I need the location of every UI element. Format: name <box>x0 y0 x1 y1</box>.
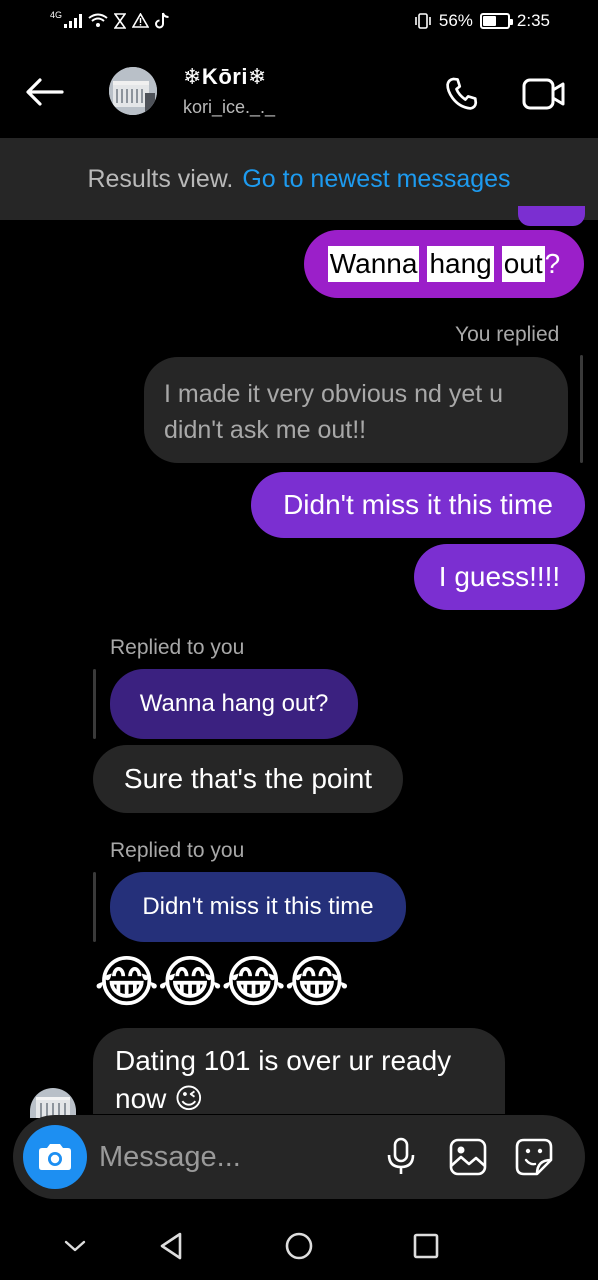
call-button[interactable] <box>440 72 484 116</box>
hourglass-icon <box>114 12 127 29</box>
contact-name[interactable]: ❄Kōri❄ <box>183 64 267 90</box>
nav-back-button[interactable] <box>149 1224 193 1268</box>
back-button[interactable] <box>22 72 68 112</box>
vibrate-icon <box>415 13 431 29</box>
triangle-back-icon <box>160 1232 182 1260</box>
quoted-message[interactable]: Didn't miss it this time <box>110 872 406 942</box>
contact-avatar[interactable] <box>109 67 157 115</box>
quoted-message[interactable]: Wanna hang out? <box>110 669 358 739</box>
nav-home-button[interactable] <box>277 1224 321 1268</box>
results-view-banner: Results view. Go to newest messages <box>0 138 598 220</box>
microphone-icon <box>387 1137 415 1174</box>
voice-message-button[interactable] <box>379 1135 423 1179</box>
sticker-icon <box>515 1138 553 1176</box>
wifi-icon <box>88 13 108 27</box>
video-call-button[interactable] <box>520 72 568 116</box>
gallery-button[interactable] <box>446 1135 490 1179</box>
sticker-button[interactable] <box>512 1135 556 1179</box>
battery-percent: 56% <box>438 11 473 30</box>
message-bubble-received[interactable]: Sure that's the point <box>93 745 403 813</box>
square-recents-icon <box>413 1233 439 1259</box>
message-bubble-sent[interactable]: I guess!!!! <box>414 544 585 610</box>
battery-icon <box>479 13 513 29</box>
warning-icon <box>132 13 150 28</box>
message-bubble-sent[interactable]: Wanna hang out ? <box>304 230 584 298</box>
system-navigation-bar <box>0 1210 598 1280</box>
camera-button[interactable] <box>23 1125 87 1189</box>
signal-icon <box>64 13 83 28</box>
camera-icon <box>39 1144 71 1170</box>
hide-keyboard-button[interactable] <box>53 1224 97 1268</box>
message-text: ? <box>544 248 561 280</box>
message-bubble-sent[interactable]: Didn't miss it this time <box>251 472 585 538</box>
status-bar: 4G 56% 2:35 <box>0 0 598 44</box>
message-bubble-received[interactable]: Dating 101 is over ur ready now 😉 <box>93 1028 505 1114</box>
status-icons-right: 56% 2:35 <box>414 11 550 31</box>
sender-avatar[interactable] <box>30 1088 76 1118</box>
emoji-message[interactable]: 😂😂😂😂 <box>94 949 384 1017</box>
message-bubble-partial <box>518 206 585 226</box>
video-camera-icon <box>522 78 565 110</box>
contact-username[interactable]: kori_ice._._ <box>183 97 275 118</box>
reply-label: Replied to you <box>110 636 245 659</box>
circle-home-icon <box>285 1232 313 1260</box>
reply-indicator-line <box>93 669 96 739</box>
network-type: 4G <box>50 9 63 20</box>
image-icon <box>449 1138 487 1176</box>
message-composer <box>13 1115 585 1199</box>
reply-indicator-line <box>580 355 583 463</box>
phone-icon <box>446 77 478 110</box>
go-to-newest-link[interactable]: Go to newest messages <box>242 165 510 194</box>
tiktok-icon <box>155 12 169 29</box>
chevron-down-icon <box>64 1240 86 1252</box>
quoted-message[interactable]: I made it very obvious nd yet u didn't a… <box>144 357 568 463</box>
search-highlight: out <box>501 246 545 282</box>
search-highlight: Wanna <box>327 246 420 282</box>
reply-label: You replied <box>455 323 560 346</box>
building-photo-icon <box>109 67 157 115</box>
nav-recents-button[interactable] <box>404 1224 448 1268</box>
results-view-label: Results view. <box>87 164 234 193</box>
reply-indicator-line <box>93 872 96 942</box>
status-icons-left: 4G <box>50 9 170 29</box>
search-highlight: hang <box>427 246 494 282</box>
arrow-left-icon <box>26 78 64 106</box>
building-photo-icon <box>36 1097 70 1118</box>
clock: 2:35 <box>516 11 550 30</box>
message-input[interactable] <box>99 1135 359 1179</box>
reply-label: Replied to you <box>110 839 245 862</box>
chat-header: ❄Kōri❄ kori_ice._._ <box>0 44 598 138</box>
